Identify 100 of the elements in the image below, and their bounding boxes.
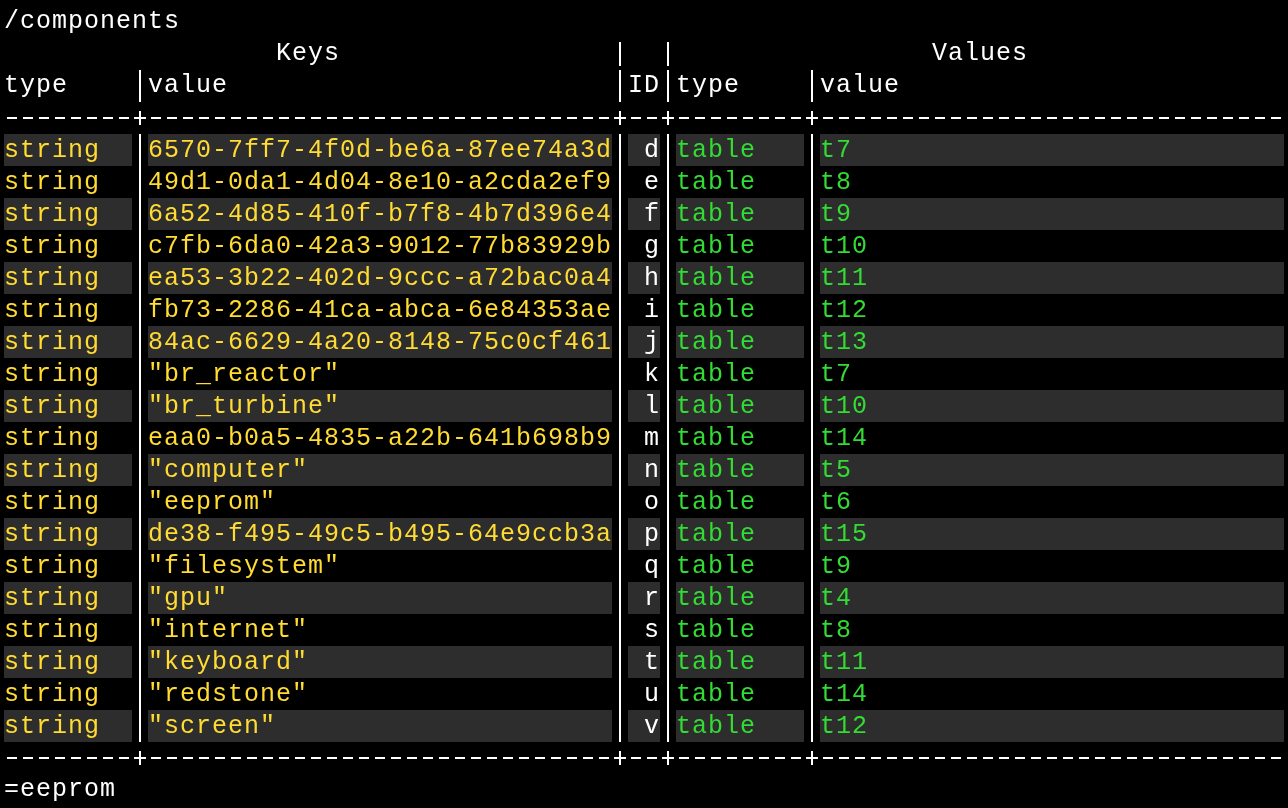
table-cell: n bbox=[628, 454, 660, 486]
table-cell-text: table bbox=[676, 678, 757, 710]
table-cell: string bbox=[4, 262, 132, 294]
table-cell: table bbox=[676, 518, 804, 550]
table-cell-text: string bbox=[4, 486, 101, 518]
table-cell-text: "internet" bbox=[148, 614, 310, 646]
table-cell: h bbox=[628, 262, 660, 294]
table-cell-text: string bbox=[4, 358, 101, 390]
table-cell-text: t7 bbox=[820, 358, 853, 390]
table-cell-text: "filesystem" bbox=[148, 550, 342, 582]
table-cell: c7fb-6da0-42a3-9012-77b83929b bbox=[148, 230, 612, 262]
table-cell: t11 bbox=[820, 646, 1284, 678]
table-cell: 84ac-6629-4a20-8148-75c0cf461 bbox=[148, 326, 612, 358]
table-cell-text: string bbox=[4, 614, 101, 646]
table-cell: table bbox=[676, 646, 804, 678]
table-cell: t5 bbox=[820, 454, 1284, 486]
table-cell-text: string bbox=[4, 550, 101, 582]
table-cell: j bbox=[628, 326, 660, 358]
table-cell-text: string bbox=[4, 166, 101, 198]
table-cell: string bbox=[4, 518, 132, 550]
table-cell-text: e bbox=[643, 166, 660, 198]
table-cell-text: table bbox=[676, 166, 757, 198]
table-cell: t bbox=[628, 646, 660, 678]
table-cell: t13 bbox=[820, 326, 1284, 358]
table-cell: 6a52-4d85-410f-b7f8-4b7d396e4 bbox=[148, 198, 612, 230]
column-header: type bbox=[4, 70, 68, 102]
table-cell: r bbox=[628, 582, 660, 614]
table-cell-text: t6 bbox=[820, 486, 853, 518]
table-cell: table bbox=[676, 134, 804, 166]
table-cell-text: t14 bbox=[820, 678, 869, 710]
column-header: value bbox=[148, 70, 228, 102]
table-cell: string bbox=[4, 390, 132, 422]
table-cell-text: t8 bbox=[820, 166, 853, 198]
table-cell-text: t14 bbox=[820, 422, 869, 454]
table-cell: table bbox=[676, 454, 804, 486]
table-cell: string bbox=[4, 582, 132, 614]
table-cell: string bbox=[4, 134, 132, 166]
table-cell-text: o bbox=[643, 486, 660, 518]
table-cell: table bbox=[676, 262, 804, 294]
table-cell-text: "eeprom" bbox=[148, 486, 278, 518]
table-cell-text: table bbox=[676, 614, 757, 646]
table-cell: string bbox=[4, 646, 132, 678]
table-cell: "gpu" bbox=[148, 582, 612, 614]
table-cell: string bbox=[4, 454, 132, 486]
table-cell: 6570-7ff7-4f0d-be6a-87ee74a3d bbox=[148, 134, 612, 166]
table-cell-text: "redstone" bbox=[148, 678, 310, 710]
table-cell-text: t9 bbox=[820, 550, 853, 582]
table-cell-text: i bbox=[643, 294, 660, 326]
table-cell: table bbox=[676, 582, 804, 614]
table-cell: t11 bbox=[820, 262, 1284, 294]
table-cell: string bbox=[4, 326, 132, 358]
table-cell: v bbox=[628, 710, 660, 742]
table-cell: fb73-2286-41ca-abca-6e84353ae bbox=[148, 294, 612, 326]
table-cell: "br_turbine" bbox=[148, 390, 612, 422]
group-header: Values bbox=[932, 38, 1028, 70]
table-cell-text: string bbox=[4, 294, 101, 326]
table-cell-text: s bbox=[643, 614, 660, 646]
table-cell-text: "br_reactor" bbox=[148, 358, 342, 390]
table-cell-text: table bbox=[676, 294, 757, 326]
column-header: value bbox=[820, 70, 900, 102]
table-cell: t15 bbox=[820, 518, 1284, 550]
table-cell: 49d1-0da1-4d04-8e10-a2cda2ef9 bbox=[148, 166, 612, 198]
table-cell-text: q bbox=[643, 550, 660, 582]
table-cell-text: table bbox=[676, 230, 757, 262]
column-header: type bbox=[676, 70, 740, 102]
table-cell: t10 bbox=[820, 390, 1284, 422]
table-cell: t12 bbox=[820, 710, 1284, 742]
table-cell: eaa0-b0a5-4835-a22b-641b698b9 bbox=[148, 422, 612, 454]
table-cell: ea53-3b22-402d-9ccc-a72bac0a4 bbox=[148, 262, 612, 294]
table-cell: t4 bbox=[820, 582, 1284, 614]
table-cell: string bbox=[4, 710, 132, 742]
table-cell-text: table bbox=[676, 486, 757, 518]
table-cell-text: table bbox=[676, 550, 757, 582]
path-label: /components bbox=[4, 6, 181, 38]
table-cell: p bbox=[628, 518, 660, 550]
table-cell-text: table bbox=[676, 422, 757, 454]
table-cell-text: string bbox=[4, 678, 101, 710]
table-cell-text: string bbox=[4, 230, 101, 262]
table-cell-text: t12 bbox=[820, 294, 869, 326]
table-cell-text: m bbox=[643, 422, 660, 454]
table-cell: string bbox=[4, 198, 132, 230]
table-cell: f bbox=[628, 198, 660, 230]
table-cell-text: g bbox=[643, 230, 660, 262]
table-cell-text: k bbox=[643, 358, 660, 390]
table-cell: table bbox=[676, 390, 804, 422]
table-cell-text: string bbox=[4, 422, 101, 454]
table-cell: t9 bbox=[820, 198, 1284, 230]
table-cell-text: table bbox=[676, 358, 757, 390]
table-cell: d bbox=[628, 134, 660, 166]
table-cell: table bbox=[676, 710, 804, 742]
table-cell: "computer" bbox=[148, 454, 612, 486]
table-cell-text: t10 bbox=[820, 230, 869, 262]
table-cell-text: u bbox=[643, 678, 660, 710]
table-cell: table bbox=[676, 198, 804, 230]
column-header: ID bbox=[628, 70, 660, 102]
prompt-text: =eeprom bbox=[4, 774, 117, 806]
group-header: Keys bbox=[276, 38, 340, 70]
table-cell: t7 bbox=[820, 134, 1284, 166]
table-cell: table bbox=[676, 326, 804, 358]
table-cell: "keyboard" bbox=[148, 646, 612, 678]
